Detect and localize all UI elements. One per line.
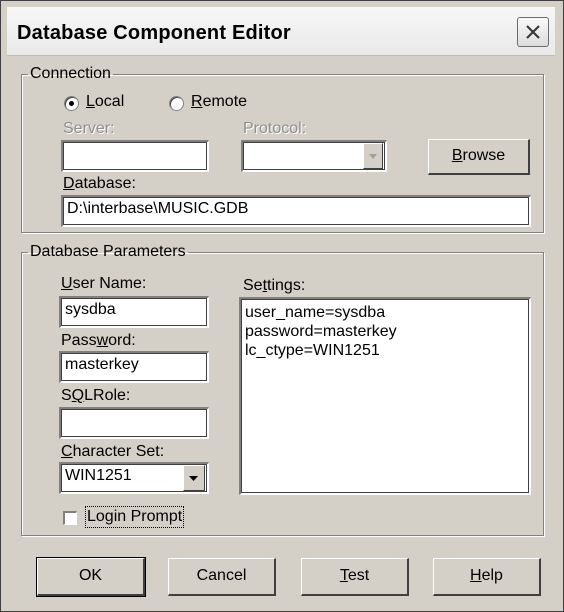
dialog-window: Database Component Editor Connection Loc… (0, 0, 564, 612)
title-bar[interactable]: Database Component Editor (7, 7, 555, 56)
settings-memo[interactable]: user_name=sysdba password=masterkey lc_c… (239, 297, 531, 495)
cancel-button-label: Cancel (196, 567, 247, 584)
browse-button[interactable]: Browse (428, 139, 530, 175)
server-label: Server: (63, 120, 115, 137)
settings-line: user_name=sysdba (245, 304, 386, 321)
database-input[interactable]: D:\interbase\MUSIC.GDB (61, 195, 531, 227)
user-name-label: User Name: (61, 275, 147, 292)
local-radio[interactable] (64, 96, 79, 111)
browse-button-label: Browse (451, 147, 506, 164)
settings-label: Settings: (243, 277, 306, 294)
ok-button[interactable]: OK (36, 557, 146, 597)
server-input[interactable] (61, 140, 209, 172)
cancel-button[interactable]: Cancel (168, 558, 276, 596)
help-button[interactable]: Help (433, 558, 541, 596)
chevron-down-icon (369, 154, 377, 159)
close-icon (526, 25, 540, 39)
password-label: Password: (61, 332, 136, 349)
database-label: Database: (63, 175, 136, 192)
test-button[interactable]: Test (301, 558, 409, 596)
chevron-down-icon (189, 476, 198, 481)
protocol-dropdown-button[interactable] (363, 143, 383, 169)
help-button-label: Help (470, 567, 503, 584)
ok-button-label: OK (78, 567, 103, 584)
user-name-input[interactable]: sysdba (59, 296, 209, 328)
login-prompt-label[interactable]: Login Prompt (84, 506, 185, 528)
radio-selected-dot (69, 101, 74, 106)
settings-line: password=masterkey (245, 323, 397, 340)
close-button[interactable] (517, 17, 549, 47)
character-set-dropdown-button[interactable] (183, 465, 205, 491)
protocol-label: Protocol: (243, 120, 307, 137)
sqlrole-input[interactable] (59, 407, 209, 439)
remote-radio[interactable] (169, 96, 184, 111)
remote-radio-label[interactable]: Remote (191, 93, 247, 111)
character-set-label: Character Set: (61, 443, 165, 460)
test-button-label: Test (339, 567, 370, 584)
local-radio-label[interactable]: Local (86, 93, 124, 111)
settings-line: lc_ctype=WIN1251 (245, 342, 380, 359)
sqlrole-label: SQLRole: (61, 387, 131, 404)
login-prompt-checkbox[interactable] (63, 511, 77, 525)
window-title: Database Component Editor (17, 22, 291, 44)
password-input[interactable]: masterkey (59, 351, 209, 383)
database-parameters-legend: Database Parameters (30, 243, 186, 260)
connection-legend: Connection (30, 65, 111, 82)
